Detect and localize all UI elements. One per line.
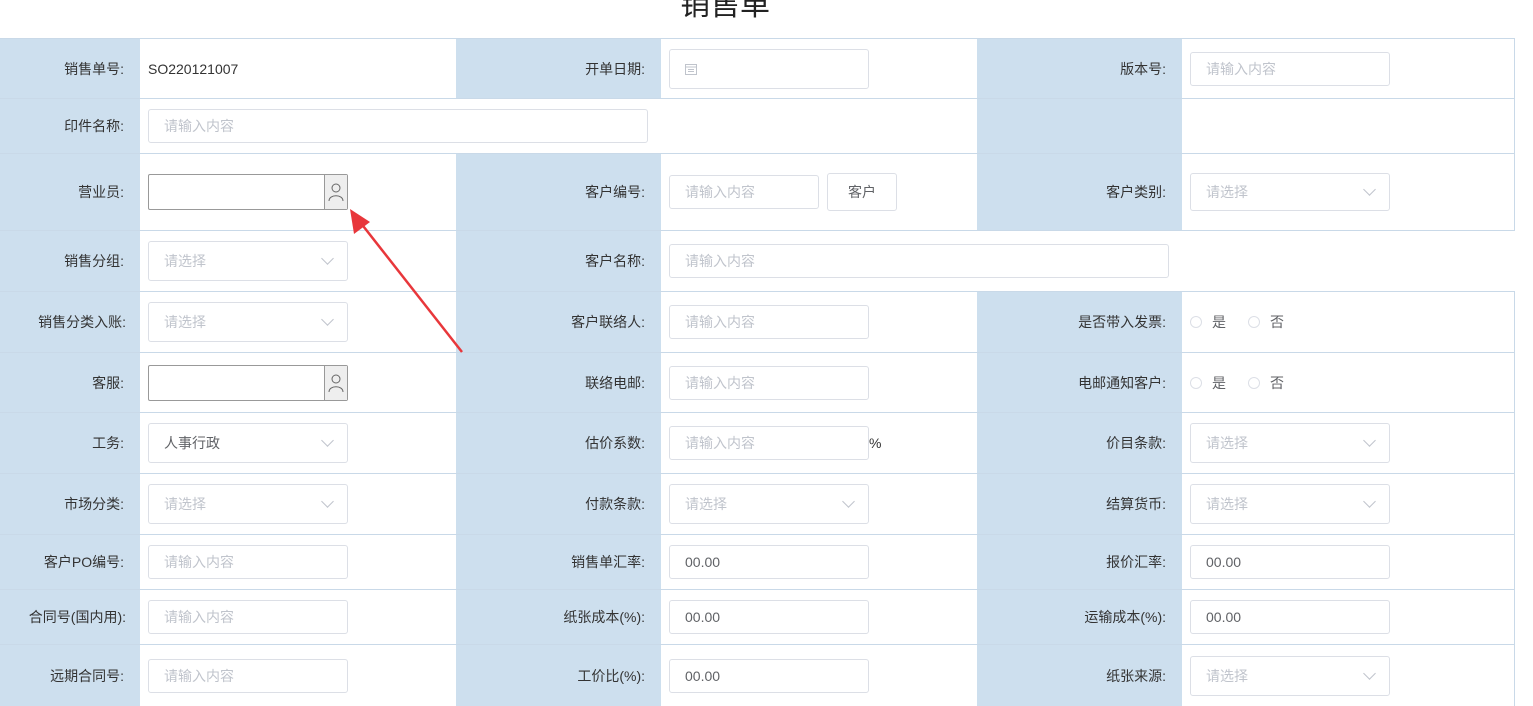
chevron-down-icon <box>321 252 334 265</box>
form-row: 销售分组: 请选择 客户名称: 请输入内容 <box>0 231 1515 292</box>
chevron-down-icon <box>1363 434 1376 447</box>
label-customer-service: 客服: <box>0 353 140 412</box>
label-order-no: 销售单号: <box>0 39 140 98</box>
customer-type-select[interactable]: 请选择 <box>1190 173 1390 211</box>
label-payment-terms: 付款条款: <box>456 474 661 534</box>
chevron-down-icon <box>321 313 334 326</box>
label-contract-no: 合同号(国内用): <box>0 590 140 644</box>
label-sales-group: 销售分组: <box>0 231 140 291</box>
user-icon <box>328 183 344 202</box>
open-date-picker[interactable] <box>669 48 869 89</box>
notify-no-radio[interactable]: 否 <box>1248 373 1284 393</box>
paper-source-select[interactable]: 请选择 <box>1190 655 1390 696</box>
user-select-button[interactable] <box>324 175 347 209</box>
invoice-no-radio[interactable]: 否 <box>1248 312 1284 332</box>
quote-rate-input[interactable]: 00.00 <box>1190 545 1390 579</box>
notify-yes-radio[interactable]: 是 <box>1190 373 1226 393</box>
chevron-down-icon <box>1363 495 1376 508</box>
estimate-factor-input[interactable]: 请输入内容 <box>669 426 869 460</box>
price-terms-select[interactable]: 请选择 <box>1190 423 1390 463</box>
label-email-notify: 电邮通知客户: <box>977 353 1182 412</box>
label-sales-category: 销售分类入账: <box>0 292 140 352</box>
page-title: 销售单 <box>680 0 770 22</box>
transport-cost-input[interactable]: 00.00 <box>1190 600 1390 634</box>
sales-category-select[interactable]: 请选择 <box>148 302 348 342</box>
label-transport-cost: 运输成本(%): <box>977 590 1182 644</box>
customer-no-input[interactable]: 请输入内容 <box>669 175 819 209</box>
form-row: 远期合同号: 请输入内容 工价比(%): 00.00 纸张来源: 请选择 <box>0 645 1515 706</box>
print-name-input[interactable]: 请输入内容 <box>148 109 648 143</box>
labor-ratio-input[interactable]: 00.00 <box>669 658 869 693</box>
label-version-no: 版本号: <box>977 39 1182 98</box>
sales-order-form: 销售单号: SO220121007 开单日期: 版本号: 请输入内容 印件名称:… <box>0 38 1515 706</box>
label-contact-email: 联络电邮: <box>456 353 661 412</box>
percent-sign: % <box>869 435 882 451</box>
radio-circle <box>1248 376 1260 389</box>
label-market-category: 市场分类: <box>0 474 140 534</box>
form-row: 客服: 联络电邮: 请输入内容 电邮通知客户: 是 否 <box>0 353 1515 413</box>
label-open-date: 开单日期: <box>456 39 661 98</box>
label-paper-source: 纸张来源: <box>977 645 1182 706</box>
form-row: 市场分类: 请选择 付款条款: 请选择 结算货币: 请选择 <box>0 474 1515 535</box>
empty-label <box>977 99 1182 153</box>
label-price-terms: 价目条款: <box>977 413 1182 473</box>
label-forward-contract: 远期合同号: <box>0 645 140 706</box>
contract-no-input[interactable]: 请输入内容 <box>148 600 348 634</box>
label-customer-no: 客户编号: <box>456 154 661 230</box>
chevron-down-icon <box>1363 183 1376 196</box>
label-quote-rate: 报价汇率: <box>977 535 1182 589</box>
form-row: 销售单号: SO220121007 开单日期: 版本号: 请输入内容 <box>0 38 1515 99</box>
form-row: 合同号(国内用): 请输入内容 纸张成本(%): 00.00 运输成本(%): … <box>0 590 1515 645</box>
label-settlement-currency: 结算货币: <box>977 474 1182 534</box>
label-salesperson: 营业员: <box>0 154 140 230</box>
radio-circle <box>1248 316 1260 328</box>
customer-name-input[interactable]: 请输入内容 <box>669 244 1169 278</box>
chevron-down-icon <box>321 495 334 508</box>
label-engineering: 工务: <box>0 413 140 473</box>
label-sales-rate: 销售单汇率: <box>456 535 661 589</box>
chevron-down-icon <box>321 434 334 447</box>
radio-circle <box>1190 376 1202 389</box>
form-row: 营业员: 客户编号: 请输入内容 客户 客户类别: 请选择 <box>0 154 1515 231</box>
sales-rate-input[interactable]: 00.00 <box>669 545 869 579</box>
customer-service-input[interactable] <box>149 366 324 400</box>
user-select-button[interactable] <box>324 365 347 400</box>
radio-circle <box>1190 316 1202 328</box>
label-print-name: 印件名称: <box>0 99 140 153</box>
form-row: 工务: 人事行政 估价系数: 请输入内容% 价目条款: 请选择 <box>0 413 1515 474</box>
label-labor-ratio: 工价比(%): <box>456 645 661 706</box>
market-category-select[interactable]: 请选择 <box>148 484 348 524</box>
label-estimate-factor: 估价系数: <box>456 413 661 473</box>
contact-email-input[interactable]: 请输入内容 <box>669 365 869 400</box>
forward-contract-input[interactable]: 请输入内容 <box>148 658 348 693</box>
version-no-input[interactable]: 请输入内容 <box>1190 51 1390 86</box>
empty-value <box>1182 99 1515 153</box>
form-row: 销售分类入账: 请选择 客户联络人: 请输入内容 是否带入发票: 是 否 <box>0 292 1515 353</box>
customer-button[interactable]: 客户 <box>827 173 897 211</box>
settlement-currency-select[interactable]: 请选择 <box>1190 484 1390 524</box>
customer-po-input[interactable]: 请输入内容 <box>148 545 348 579</box>
salesperson-input[interactable] <box>149 175 324 209</box>
label-customer-po: 客户PO编号: <box>0 535 140 589</box>
payment-terms-select[interactable]: 请选择 <box>669 484 869 524</box>
label-customer-contact: 客户联络人: <box>456 292 661 352</box>
engineering-select[interactable]: 人事行政 <box>148 423 348 463</box>
customer-service-picker[interactable] <box>148 364 348 401</box>
user-icon <box>328 374 344 392</box>
paper-cost-input[interactable]: 00.00 <box>669 600 869 634</box>
order-no-value: SO220121007 <box>148 60 239 77</box>
invoice-yes-radio[interactable]: 是 <box>1190 312 1226 332</box>
salesperson-picker[interactable] <box>148 174 348 210</box>
form-row: 印件名称: 请输入内容 <box>0 99 1515 154</box>
customer-contact-input[interactable]: 请输入内容 <box>669 305 869 339</box>
chevron-down-icon <box>842 495 855 508</box>
label-customer-type: 客户类别: <box>977 154 1182 230</box>
chevron-down-icon <box>1363 666 1376 680</box>
form-row: 客户PO编号: 请输入内容 销售单汇率: 00.00 报价汇率: 00.00 <box>0 535 1515 590</box>
calendar-icon <box>685 63 697 75</box>
sales-group-select[interactable]: 请选择 <box>148 241 348 281</box>
label-include-invoice: 是否带入发票: <box>977 292 1182 352</box>
label-customer-name: 客户名称: <box>456 231 661 291</box>
label-paper-cost: 纸张成本(%): <box>456 590 661 644</box>
